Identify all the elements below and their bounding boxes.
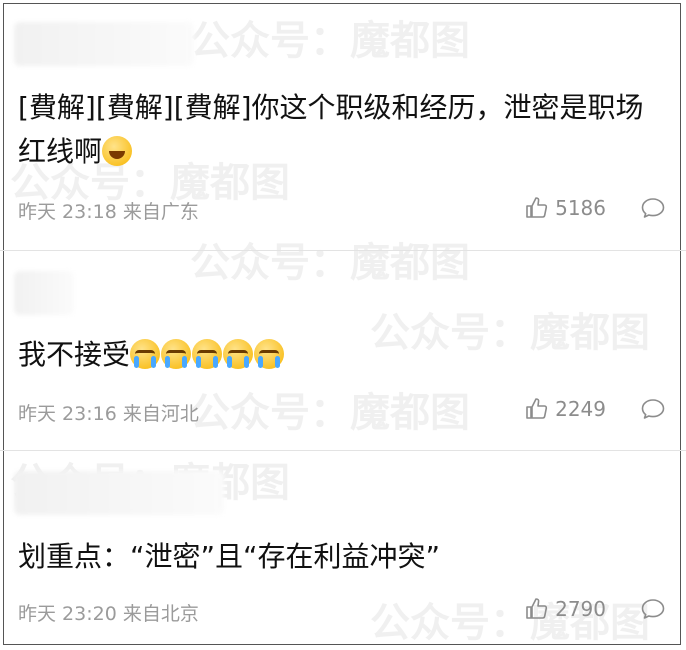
- crying-emoji-icon: [130, 339, 161, 369]
- laugh-tears-emoji-icon: [102, 136, 133, 166]
- comment-meta: 昨天 23:20 来自北京: [18, 603, 199, 625]
- crying-emoji-icon: [161, 339, 192, 369]
- like-count: 5186: [555, 196, 606, 220]
- comment-meta: 昨天 23:18 来自广东: [18, 201, 199, 223]
- thumbs-up-icon: [525, 597, 549, 621]
- like-button[interactable]: 5186: [525, 196, 606, 220]
- comment-text: [費解][費解][費解]你这个职级和经历，泄密是职场红线啊: [18, 86, 668, 174]
- comment-body: 划重点：“泄密”且“存在利益冲突”: [18, 540, 441, 573]
- crying-emoji-icon: [254, 339, 285, 369]
- blurred-username: [14, 471, 224, 515]
- crying-emoji-icon: [223, 339, 254, 369]
- comment-item: 我不接受 昨天 23:16 来自河北 2249: [0, 250, 686, 450]
- like-count: 2790: [555, 597, 606, 621]
- reply-icon[interactable]: [640, 597, 666, 621]
- comment-text: 划重点：“泄密”且“存在利益冲突”: [18, 535, 668, 579]
- like-count: 2249: [555, 397, 606, 421]
- reply-icon[interactable]: [640, 196, 666, 220]
- blurred-username: [14, 271, 74, 315]
- crying-emoji-icon: [192, 339, 223, 369]
- comment-body: 我不接受: [18, 338, 131, 371]
- thumbs-up-icon: [525, 196, 549, 220]
- thumbs-up-icon: [525, 397, 549, 421]
- comment-item: 划重点：“泄密”且“存在利益冲突” 昨天 23:20 来自北京 2790: [0, 450, 686, 645]
- like-button[interactable]: 2249: [525, 397, 606, 421]
- blurred-username: [14, 22, 194, 66]
- like-button[interactable]: 2790: [525, 597, 606, 621]
- comment-text: 我不接受: [18, 333, 668, 377]
- comment-item: [費解][費解][費解]你这个职级和经历，泄密是职场红线啊 昨天 23:18 来…: [0, 0, 686, 250]
- comment-meta: 昨天 23:16 来自河北: [18, 403, 199, 425]
- reply-icon[interactable]: [640, 397, 666, 421]
